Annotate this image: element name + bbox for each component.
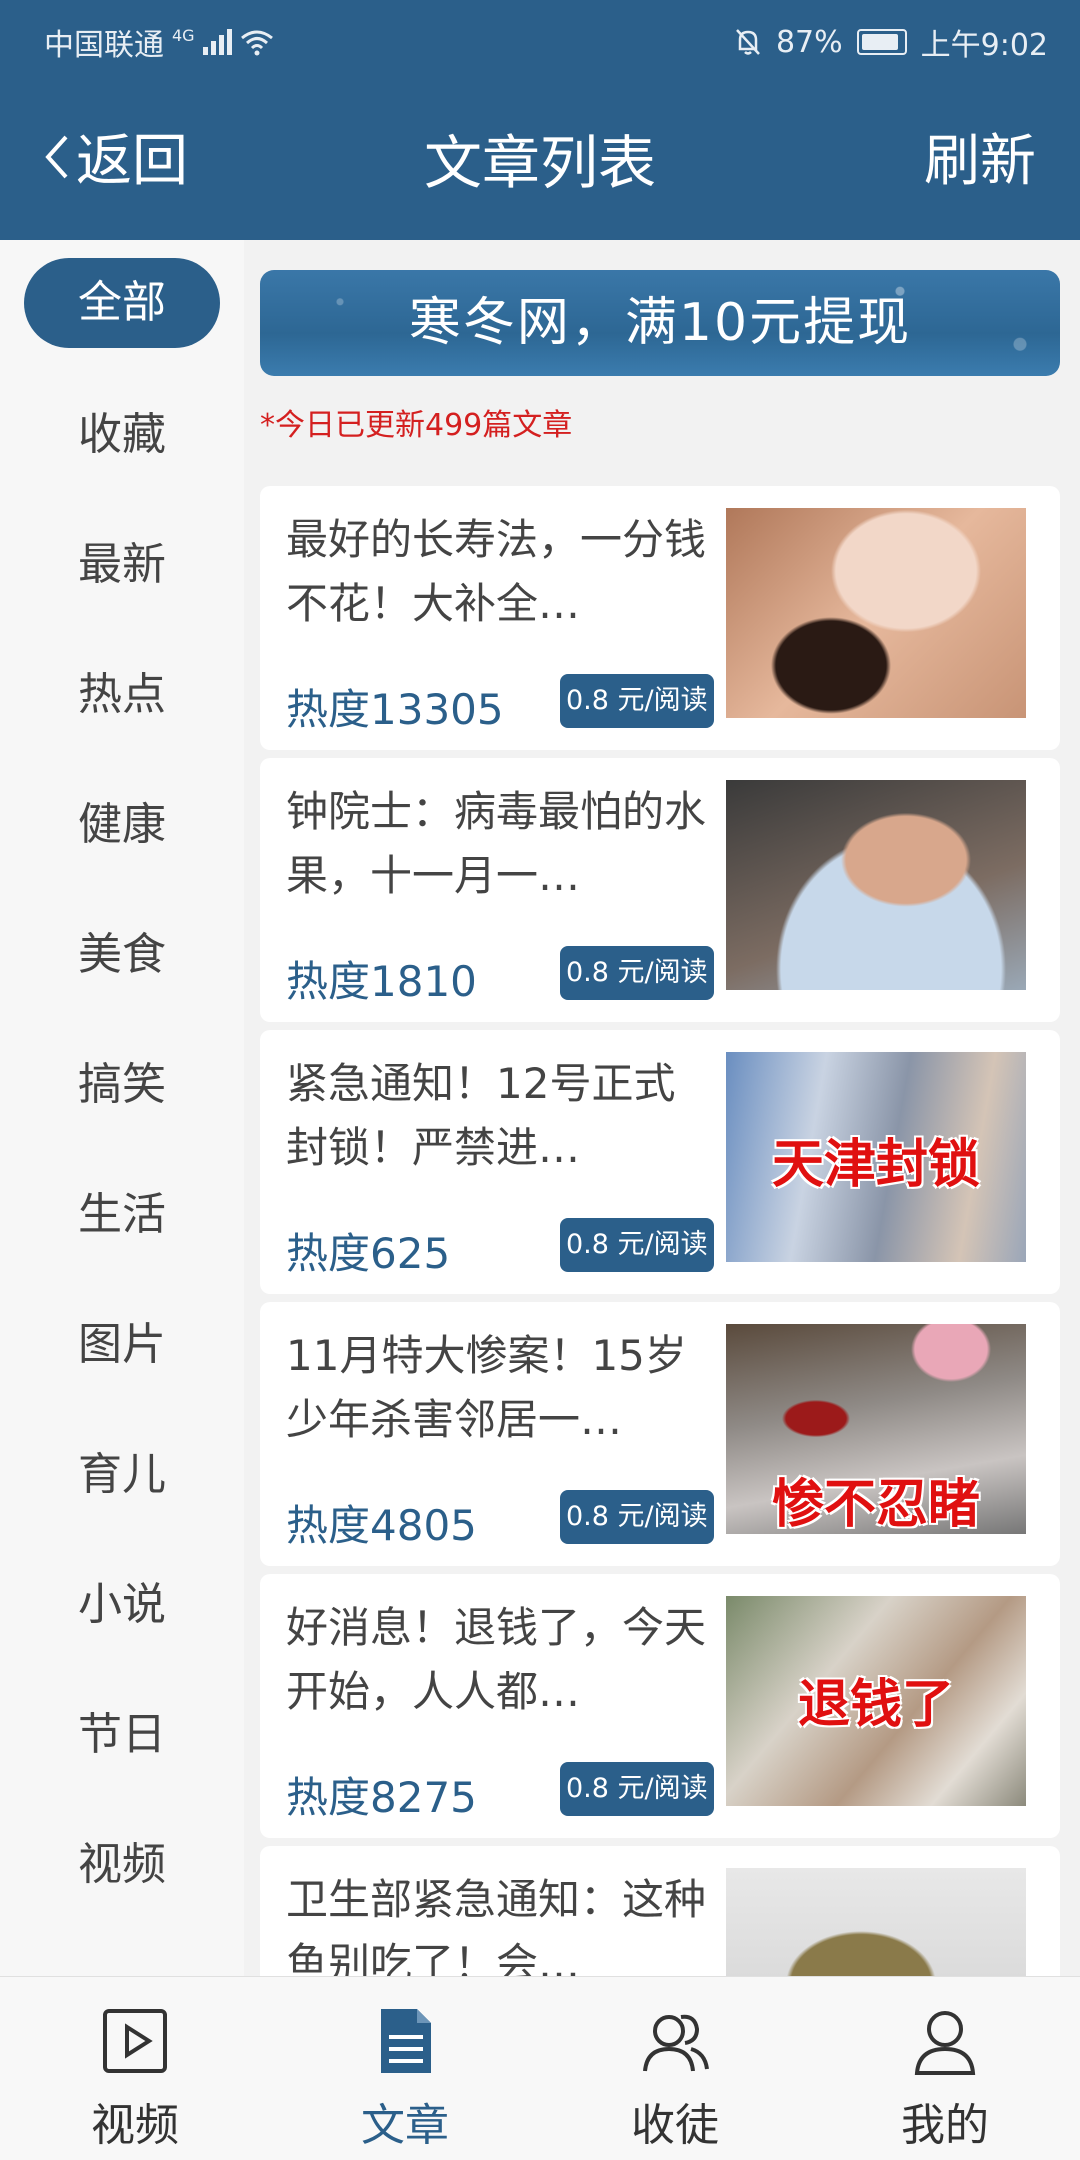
article-heat: 热度13305 — [286, 685, 504, 734]
article-heat: 热度8275 — [286, 1773, 477, 1822]
category-video[interactable]: 视频 — [24, 1820, 220, 1910]
article-title: 卫生部紧急通知：这种鱼别吃了！会… — [286, 1875, 706, 1976]
category-all[interactable]: 全部 — [24, 258, 220, 348]
category-sidebar: 全部 收藏 最新 热点 健康 美食 搞笑 生活 图片 育儿 小说 节日 视频 — [0, 240, 244, 1976]
article-thumbnail — [726, 508, 1026, 718]
article-heat: 热度4805 — [286, 1501, 477, 1550]
article-title: 11月特大惨案！15岁少年杀害邻居一… — [286, 1331, 687, 1444]
article-card[interactable]: 最好的长寿法，一分钱不花！大补全… 热度13305 0.8 元/阅读 — [260, 486, 1060, 750]
article-title: 最好的长寿法，一分钱不花！大补全… — [286, 515, 706, 628]
article-price-badge: 0.8 元/阅读 — [560, 1218, 714, 1272]
article-price-badge: 0.8 元/阅读 — [560, 1762, 714, 1816]
update-notice: *今日已更新499篇文章 — [260, 408, 573, 443]
article-thumbnail: 惨不忍睹 — [726, 1324, 1026, 1534]
app-header: 中国联通 4G 87% 上午9:02 返回 文章列表 刷新 — [0, 0, 1080, 240]
tab-article[interactable]: 文章 — [270, 1977, 540, 2160]
article-card[interactable]: 卫生部紧急通知：这种鱼别吃了！会… — [260, 1846, 1060, 1976]
thumbnail-caption: 天津封锁 — [771, 1135, 980, 1195]
article-heat: 热度625 — [286, 1229, 451, 1278]
article-card[interactable]: 紧急通知！12号正式封锁！严禁进… 热度625 0.8 元/阅读 天津封锁 — [260, 1030, 1060, 1294]
article-thumbnail: 天津封锁 — [726, 1052, 1026, 1262]
signal-icon — [202, 29, 232, 55]
carrier-label: 中国联通 — [44, 28, 164, 63]
refresh-button[interactable]: 刷新 — [924, 116, 1036, 197]
category-favorites[interactable]: 收藏 — [24, 390, 220, 480]
article-list-panel: 寒冬网，满10元提现 *今日已更新499篇文章 最好的长寿法，一分钱不花！大补全… — [244, 240, 1080, 1976]
tab-profile-label: 我的 — [901, 2100, 989, 2151]
clock: 上午9:02 — [920, 28, 1048, 63]
category-holiday[interactable]: 节日 — [24, 1690, 220, 1780]
thumbnail-caption: 退钱了 — [797, 1675, 954, 1735]
nav-bar: 返回 文章列表 刷新 — [0, 96, 1080, 226]
bottom-tab-bar: 视频 文章 收徒 我的 — [0, 1976, 1080, 2160]
article-card[interactable]: 钟院士：病毒最怕的水果，十一月一… 热度1810 0.8 元/阅读 — [260, 758, 1060, 1022]
article-title: 好消息！退钱了，今天开始，人人都… — [286, 1603, 706, 1716]
mute-bell-icon — [736, 29, 760, 55]
category-food[interactable]: 美食 — [24, 910, 220, 1000]
article-card[interactable]: 11月特大惨案！15岁少年杀害邻居一… 热度4805 0.8 元/阅读 惨不忍睹 — [260, 1302, 1060, 1566]
status-bar: 中国联通 4G 87% 上午9:02 — [0, 0, 1080, 76]
article-price-badge: 0.8 元/阅读 — [560, 946, 714, 1000]
article-title: 钟院士：病毒最怕的水果，十一月一… — [286, 787, 706, 900]
category-health[interactable]: 健康 — [24, 780, 220, 870]
tab-profile[interactable]: 我的 — [810, 1977, 1080, 2160]
tab-article-label: 文章 — [361, 2100, 449, 2151]
category-latest[interactable]: 最新 — [24, 520, 220, 610]
article-heat: 热度1810 — [286, 957, 477, 1006]
users-icon — [643, 2014, 709, 2072]
category-parenting[interactable]: 育儿 — [24, 1430, 220, 1520]
thumbnail-caption: 惨不忍睹 — [771, 1475, 980, 1534]
category-pictures[interactable]: 图片 — [24, 1300, 220, 1390]
video-icon — [103, 2009, 167, 2073]
tab-video-label: 视频 — [91, 2100, 179, 2151]
wifi-icon — [240, 30, 273, 56]
category-funny[interactable]: 搞笑 — [24, 1040, 220, 1130]
network-type: 4G — [172, 25, 195, 45]
battery-percent: 87% — [775, 24, 843, 60]
battery-icon — [856, 29, 907, 55]
article-title: 紧急通知！12号正式封锁！严禁进… — [286, 1059, 676, 1172]
tab-video[interactable]: 视频 — [0, 1977, 270, 2160]
page-title: 文章列表 — [423, 129, 656, 197]
tab-recruit[interactable]: 收徒 — [540, 1977, 810, 2160]
category-life[interactable]: 生活 — [24, 1170, 220, 1260]
tab-recruit-label: 收徒 — [631, 2100, 719, 2151]
article-thumbnail: 退钱了 — [726, 1596, 1026, 1806]
article-thumbnail — [726, 1868, 1026, 1976]
user-icon — [914, 2011, 976, 2075]
article-price-badge: 0.8 元/阅读 — [560, 674, 714, 728]
category-novel[interactable]: 小说 — [24, 1560, 220, 1650]
category-hot[interactable]: 热点 — [24, 650, 220, 740]
article-card[interactable]: 好消息！退钱了，今天开始，人人都… 热度8275 0.8 元/阅读 退钱了 — [260, 1574, 1060, 1838]
article-thumbnail — [726, 780, 1026, 990]
article-icon — [381, 2009, 431, 2073]
article-price-badge: 0.8 元/阅读 — [560, 1490, 714, 1544]
promo-banner[interactable]: 寒冬网，满10元提现 — [260, 270, 1060, 376]
